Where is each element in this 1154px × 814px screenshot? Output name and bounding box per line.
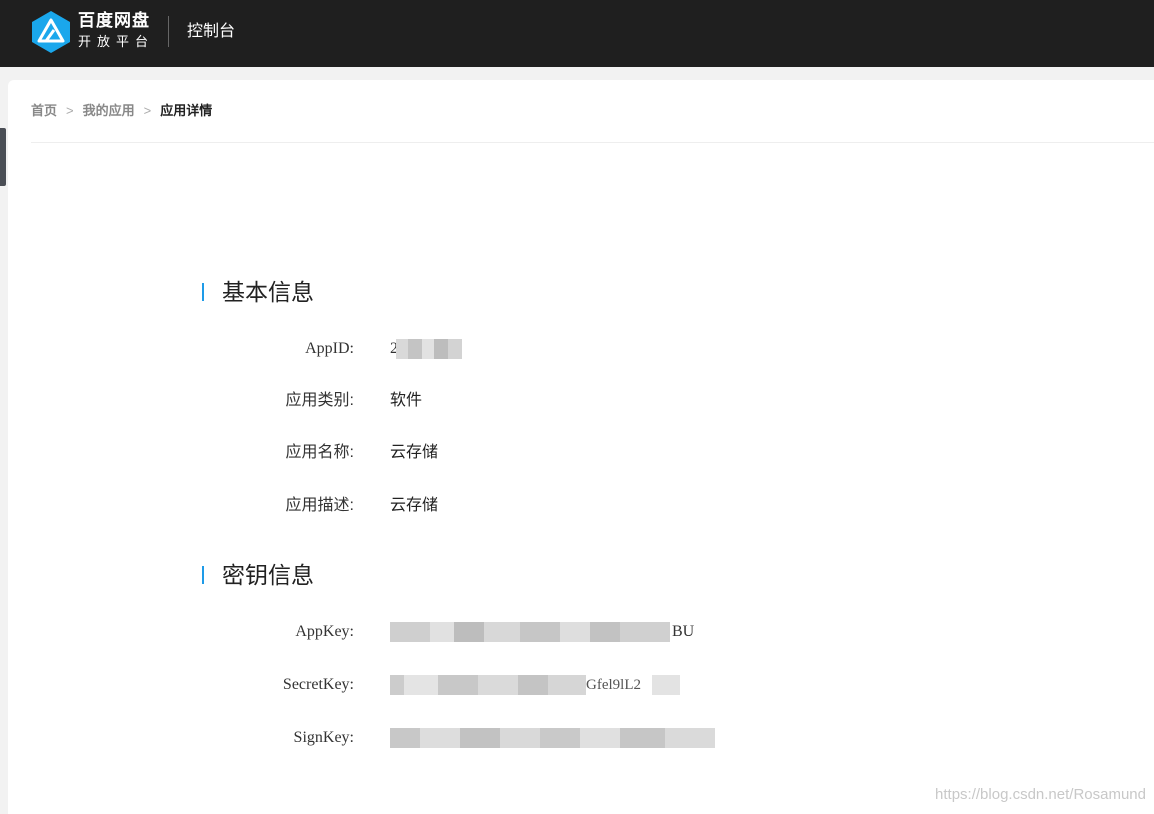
breadcrumb-current: 应用详情 <box>160 103 213 118</box>
signkey-value-redacted <box>390 728 715 748</box>
top-navbar: 百度网盘 开放平台 控制台 <box>0 0 1154 67</box>
brand-subtitle: 开放平台 <box>78 34 155 49</box>
secretkey-value-tail: Gfel9lL2 <box>586 677 641 693</box>
app-description-value: 云存储 <box>390 497 439 514</box>
baidu-netdisk-logo-icon[interactable] <box>30 10 72 54</box>
appkey-value-tail: BU <box>672 623 695 640</box>
brand[interactable]: 百度网盘 开放平台 <box>78 11 154 51</box>
appid-label: AppID: <box>305 340 354 357</box>
basic-info-title: 基本信息 <box>202 278 314 306</box>
category-label: 应用类别: <box>285 392 354 409</box>
breadcrumb-divider <box>31 142 1154 143</box>
basic-info-title-text: 基本信息 <box>222 279 314 305</box>
section-accent-bar <box>202 283 204 301</box>
signkey-label: SignKey: <box>293 729 354 746</box>
main-content-card <box>8 80 1154 814</box>
console-link[interactable]: 控制台 <box>187 21 235 43</box>
category-value: 软件 <box>390 392 423 409</box>
breadcrumb-separator: > <box>66 103 74 118</box>
breadcrumb-my-apps[interactable]: 我的应用 <box>83 103 135 118</box>
appkey-label: AppKey: <box>295 623 354 640</box>
app-name-label: 应用名称: <box>285 444 354 461</box>
app-description-label: 应用描述: <box>285 497 354 514</box>
header-divider <box>168 16 169 47</box>
app-name-value: 云存储 <box>390 444 439 461</box>
watermark: https://blog.csdn.net/Rosamund <box>935 786 1146 803</box>
secretkey-label: SecretKey: <box>282 676 354 693</box>
breadcrumb-separator: > <box>143 103 152 118</box>
side-panel-handle[interactable] <box>0 128 6 186</box>
breadcrumb-home[interactable]: 首页 <box>31 103 57 118</box>
section-accent-bar <box>202 566 204 584</box>
breadcrumb: 首页 > 我的应用 > 应用详情 <box>31 102 212 120</box>
secretkey-value-redacted: Gfel9lL2 <box>390 675 680 695</box>
brand-name: 百度网盘 <box>78 11 150 30</box>
key-info-title-text: 密钥信息 <box>222 562 314 588</box>
appkey-value-redacted: BU <box>390 622 700 642</box>
appid-value-redacted: 2 <box>390 339 465 359</box>
key-info-title: 密钥信息 <box>202 561 314 589</box>
